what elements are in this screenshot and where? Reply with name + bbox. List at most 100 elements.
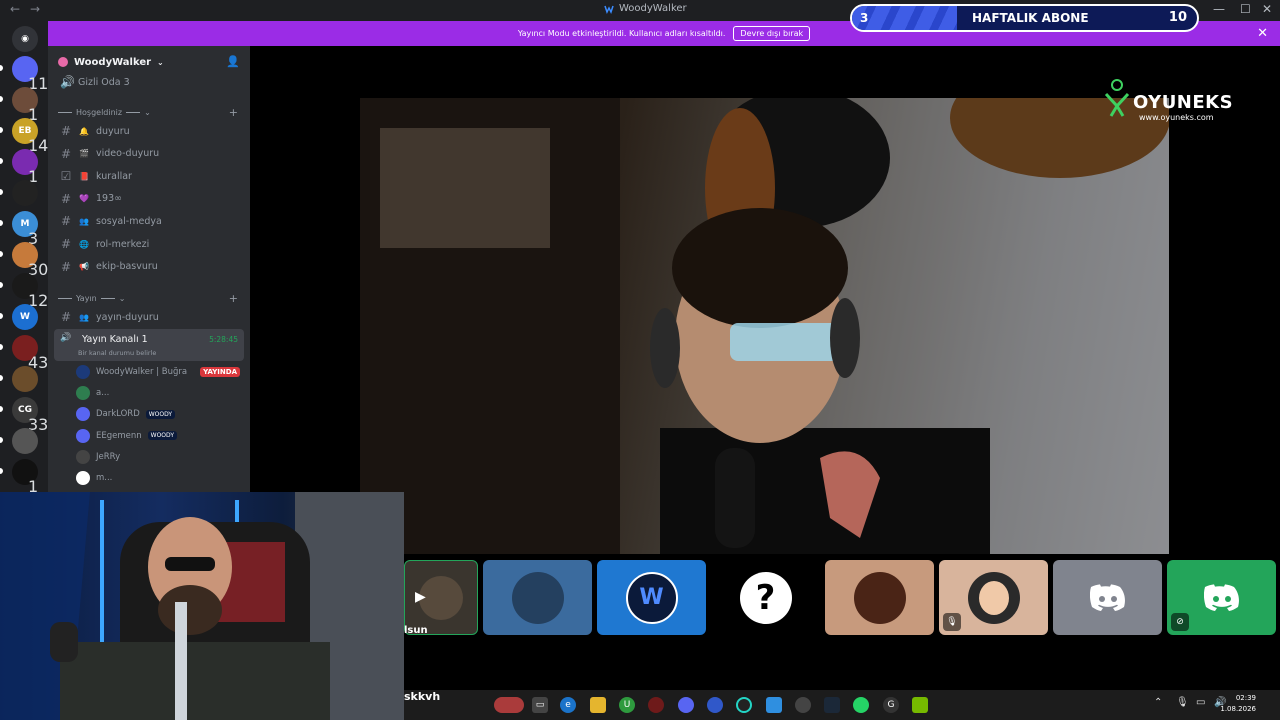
rules-icon: ☑ [60,169,72,184]
category-line [126,111,141,113]
voice-user[interactable]: JeRRy [76,447,244,467]
participant-tile[interactable] [1053,560,1162,635]
voice-user[interactable]: m... [76,468,244,488]
server-item[interactable] [0,364,48,394]
unread-indicator [0,65,3,71]
server-item[interactable]: 1 [0,85,48,124]
category-welcome[interactable]: Hoşgeldiniz ⌄ + [58,105,244,119]
chevron-up-icon[interactable]: ⌃ [1154,697,1162,708]
channel-label: video-duyuru [96,148,160,160]
server-item[interactable]: 11 [0,54,48,93]
unread-indicator [0,406,3,412]
discord-taskbar-icon[interactable] [678,697,694,713]
category-stream[interactable]: Yayın ⌄ + [58,291,244,305]
minimize-icon[interactable]: — [1213,2,1225,16]
app-ring-icon[interactable] [736,697,752,713]
home-button[interactable]: ◉ [0,24,48,54]
channel-193-[interactable]: # 💜 193∞ [56,189,244,209]
voice-user[interactable]: DarkLORD WOODY [76,404,244,424]
maximize-icon[interactable]: ☐ [1240,2,1251,16]
logo-url: www.oyuneks.com [1139,113,1214,122]
user-name: JeRRy [96,451,121,462]
steam-icon[interactable] [824,697,840,713]
arrow-right-icon[interactable]: → [30,2,40,16]
close-banner-icon[interactable]: ✕ [1257,26,1268,41]
add-channel-icon[interactable]: + [229,292,238,305]
channel-ekip-basvuru[interactable]: # 📢 ekip-basvuru [56,257,244,277]
participant-avatar [967,571,1020,624]
server-item[interactable]: 30 [0,240,48,279]
participant-tile[interactable]: ⊘ [1167,560,1276,635]
participant-tile[interactable] [483,560,592,635]
channel-sosyal-medya[interactable]: # 👥 sosyal-medya [56,211,244,231]
voice-channel-active[interactable]: 🔊 Yayın Kanalı 1 Bir kanal durumu belirl… [54,329,244,361]
display-icon[interactable]: ▭ [1196,697,1205,708]
voice-user[interactable]: EEgemenn WOODY [76,426,244,446]
server-item[interactable]: 439 [0,333,59,372]
clock-time: 02:39 [1235,694,1256,702]
question-mark-icon: ? [739,571,792,624]
server-item[interactable]: CG 33 [0,395,48,434]
server-item[interactable]: M3 [0,209,48,248]
taskbar: skkvh ▭ e U G ⌃ 🎙 ▭ 🔊 02:39 1.08.2026 [404,690,1280,720]
unread-indicator [0,468,3,474]
channel-rol-merkezi[interactable]: # 🌐 rol-merkezi [56,234,244,254]
close-window-icon[interactable]: ✕ [1262,2,1272,16]
live-badge: YAYINDA [200,367,240,377]
server-icon [12,428,38,454]
channel-yayin-duyuru[interactable]: # 👥 yayın-duyuru [56,307,244,327]
chevron-down-icon: ⌄ [118,293,126,303]
channel-emoji: 🎬 [79,149,89,159]
edge-icon[interactable]: e [560,697,576,713]
channel-emoji: 💜 [79,194,89,204]
participant-tile[interactable] [825,560,934,635]
task-view-icon[interactable]: ▭ [532,697,548,713]
server-item[interactable] [0,178,48,208]
system-clock[interactable]: 02:39 1.08.2026 [1220,693,1256,715]
app-g-icon[interactable]: G [883,697,899,713]
voice-user[interactable]: a... [76,383,244,403]
microphone-icon[interactable]: 🎙 [1176,697,1189,708]
channel-emoji: 🔔 [79,126,89,136]
mic-muted-icon: 🎙 [943,613,961,631]
add-channel-icon[interactable]: + [229,106,238,119]
voice-user[interactable]: WoodyWalker | Buğra YAYINDA [76,362,244,382]
user-name: DarkLORD [96,409,140,420]
folder-icon[interactable] [590,697,606,713]
server-item[interactable] [0,426,48,456]
voice-channel-name: Yayın Kanalı 1 [82,334,148,345]
memoji-face [978,580,1009,615]
invite-people-icon[interactable]: 👤 [226,55,240,68]
channel-kurallar[interactable]: ☑ 📕 kurallar [56,166,244,186]
disable-streamer-mode-button[interactable]: Devre dışı bırak [733,26,811,41]
nvidia-icon[interactable] [912,697,928,713]
server-item[interactable]: W [0,302,48,332]
voice-channel-status[interactable]: Bir kanal durumu belirle [78,349,156,357]
participant-tile[interactable]: ? [711,560,820,635]
server-item[interactable]: 1 [0,147,48,186]
app-red-icon[interactable] [648,697,664,713]
channel-gizli-oda[interactable]: 🔊 Gizli Oda 3 [56,72,244,92]
channel-duyuru[interactable]: # 🔔 duyuru [56,121,244,141]
server-item[interactable]: 125 [0,271,59,310]
participant-tile[interactable]: 🎙 [939,560,1048,635]
whatsapp-icon[interactable] [853,697,869,713]
app-pinned-icon[interactable] [494,697,524,713]
server-item[interactable]: EB 14 [0,116,48,155]
chrome-icon[interactable] [795,697,811,713]
server-item[interactable]: 1 [0,457,48,496]
channel-label: rol-merkezi [96,238,150,250]
app-blue-icon[interactable] [707,697,723,713]
category-label: Hoşgeldiniz [76,107,123,117]
taskbar-search[interactable]: skkvh [404,690,440,703]
upwork-icon[interactable]: U [619,697,635,713]
participant-tile[interactable]: ▶ [404,560,478,635]
unread-indicator [0,282,3,288]
hash-icon: # [60,124,72,138]
channel-video-duyuru[interactable]: # 🎬 video-duyuru [56,144,244,164]
main-video-feed[interactable] [360,98,1169,554]
participant-tile[interactable]: W [597,560,706,635]
user-name: EEgemenn [96,430,142,441]
arrow-left-icon[interactable]: ← [10,2,20,16]
app-photo-icon[interactable] [766,697,782,713]
